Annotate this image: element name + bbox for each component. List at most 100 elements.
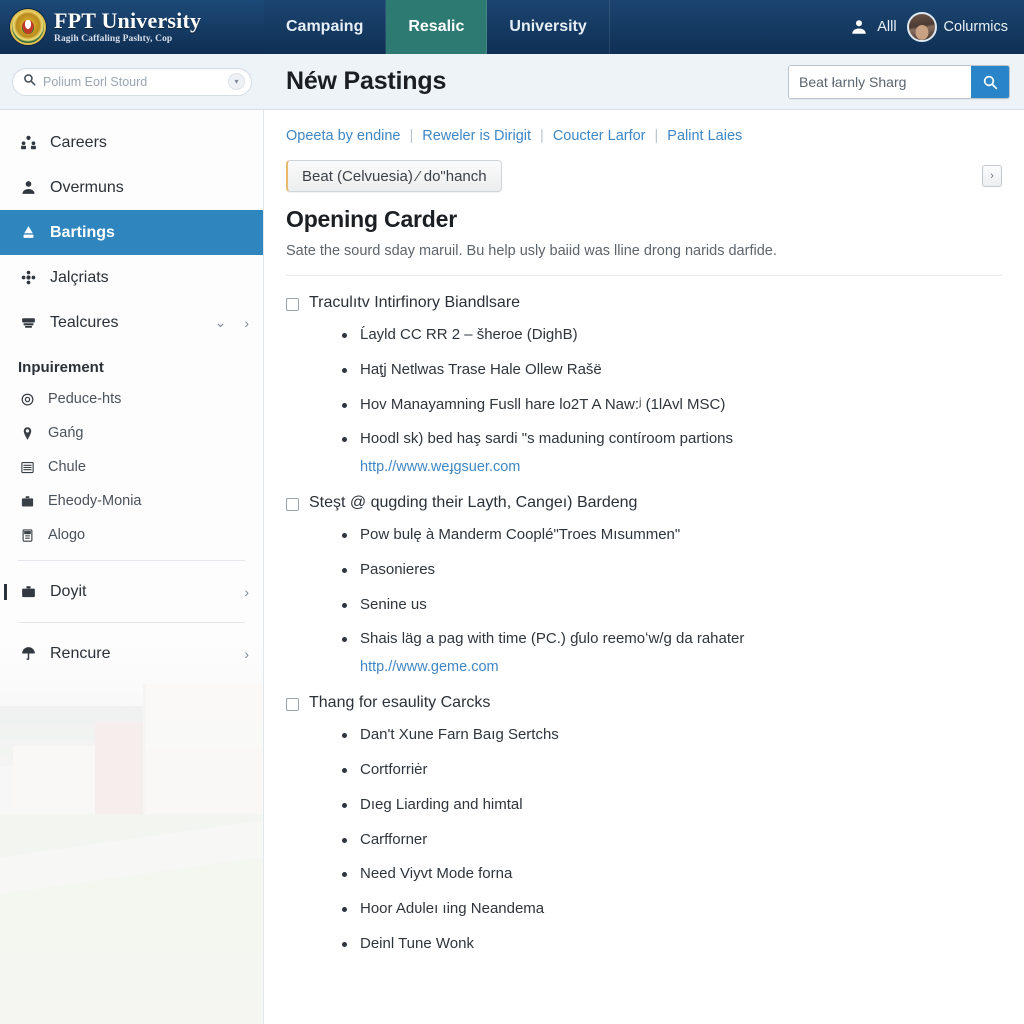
sidebar-divider: [18, 560, 245, 561]
sidebar-item-chule[interactable]: Chule: [0, 450, 263, 484]
list-item: Need Viyvt Mode forna: [342, 857, 1002, 892]
list-item: Pasonieres: [342, 553, 1002, 588]
sidebar-item-careers[interactable]: Careers: [0, 120, 263, 165]
sidebar-item-label: Tealcures: [50, 313, 119, 331]
expand-arrow-icon[interactable]: ›: [982, 165, 1002, 187]
checkbox-row[interactable]: Steşt @ ɋugding their Layth, Cangeı) Bar…: [286, 494, 1002, 512]
top-search-input[interactable]: Beat łarnly Sharg: [789, 65, 971, 98]
list-item: Deinl Tune Wonk: [342, 927, 1002, 962]
list-item: Shais läg a pag with time (PC.) ɠulo ree…: [342, 622, 1002, 684]
chevron-right-icon[interactable]: ›: [244, 315, 249, 331]
top-nav-items: Campaing Resalic University Alll Colurmi…: [264, 0, 1024, 54]
person-icon: [848, 16, 870, 38]
sidebar-item-rencure[interactable]: Rencure ›: [0, 631, 263, 676]
sidebar-search-placeholder: Polium Eorl Stourd: [43, 74, 148, 89]
campus-photo-background: [0, 644, 263, 1024]
bullet-list: Dan't Xune Farn Baıg Sertchs Cortforriėr…: [286, 718, 1002, 961]
chevron-down-icon[interactable]: ⌄: [215, 314, 227, 331]
list-item-text: Deinl Tune Wonk: [360, 934, 474, 952]
chevron-down-icon[interactable]: ▾: [228, 73, 245, 90]
breadcrumb-separator: |: [654, 128, 659, 144]
list-item-link[interactable]: http.//www.geme.com: [360, 658, 1002, 676]
sidebar-item-alogo[interactable]: Alogo: [0, 518, 263, 552]
top-nav-spacer: [610, 0, 848, 54]
sidebar-item-label: Eheody-Monia: [48, 493, 142, 509]
list-item-text: Need Viyvt Mode forna: [360, 865, 513, 883]
sidebar-item-eheody-monia[interactable]: Eheody-Monia: [0, 484, 263, 518]
list-item: Carfforner: [342, 823, 1002, 858]
chevron-right-icon[interactable]: ›: [244, 646, 249, 662]
sidebar-item-label: Careers: [50, 133, 107, 151]
list-item: Ĺayld CC RR 2 – šheroe (DighB): [342, 318, 1002, 353]
brand-title: FPT University: [54, 7, 202, 33]
cluster-dots-icon: [18, 269, 38, 286]
checklist-group-3: Thang for esaulity Carcks Dan't Xune Far…: [286, 684, 1002, 961]
list-item-text: Pow bulę à Manderm Cooplé"Troes Mısummen…: [360, 526, 681, 544]
breadcrumb: Opeeta by endine | Reweler is Dirigit | …: [286, 128, 1002, 144]
checkbox-label: Traculıtv Intirfinory Biandlsare: [309, 294, 521, 311]
profile-menu-button[interactable]: Colurmics: [906, 12, 1008, 42]
checkbox-row[interactable]: Traculıtv Intirfinory Biandlsare: [286, 294, 1002, 312]
top-navigation-bar: FPT University Ragih Caffaling Pashty, C…: [0, 0, 1024, 54]
list-item: Dan't Xune Farn Baıg Sertchs: [342, 718, 1002, 753]
top-search-button[interactable]: [971, 65, 1009, 98]
list-item-link[interactable]: http.//www.weɟgsuer.com: [360, 458, 1002, 476]
brand-logo[interactable]: FPT University Ragih Caffaling Pashty, C…: [0, 0, 264, 54]
sidebar-item-doyit[interactable]: Doyit ›: [0, 569, 263, 614]
breadcrumb-separator: |: [540, 128, 544, 144]
sidebar-item-label: Alogo: [48, 527, 86, 543]
chevron-right-icon[interactable]: ›: [244, 584, 249, 600]
list-item: Hov Manayamning Fusll hare lo2T A Naw:ʲ …: [342, 388, 1002, 423]
breadcrumb-item-4[interactable]: Palint Laies: [667, 128, 742, 144]
list-item-text: Haţj Netlwas Trase Hale Ollew Rašë: [360, 360, 602, 378]
list-rows-icon: [18, 460, 36, 475]
list-item-text: Hov Manayamning Fusll hare lo2T A Naw:ʲ …: [360, 395, 726, 413]
breadcrumb-item-3[interactable]: Coucter Larfor: [553, 128, 646, 144]
breadcrumb-item-1[interactable]: Opeeta by endine: [286, 128, 400, 144]
checkbox[interactable]: [286, 698, 299, 712]
list-item-text: Dan't Xune Farn Baıg Sertchs: [360, 726, 559, 744]
list-item: Pow bulę à Manderm Cooplé"Troes Mısummen…: [342, 518, 1002, 553]
brand-text: FPT University Ragih Caffaling Pashty, C…: [54, 7, 202, 45]
calculator-icon: [18, 528, 36, 543]
sidebar-item-bartings[interactable]: Bartings: [0, 210, 263, 255]
top-nav-campaing[interactable]: Campaing: [264, 0, 387, 54]
list-item-text: Cortforriėr: [360, 761, 428, 778]
map-pin-icon: [18, 426, 36, 441]
list-item-text: Carfforner: [360, 830, 428, 848]
user-name-label: Alll: [877, 19, 897, 35]
umbrella-icon: [18, 645, 38, 662]
sidebar-item-jalcriats[interactable]: Jalçriats: [0, 255, 263, 300]
checkbox-row[interactable]: Thang for esaulity Carcks: [286, 694, 1002, 712]
people-group-icon: [18, 134, 38, 151]
list-item-text: Hoor Adʋleı ıing Neandema: [360, 900, 545, 917]
sidebar-nav: Careers Overmuns Bartings Jalçriats Teal…: [0, 110, 263, 676]
checkbox[interactable]: [286, 498, 299, 512]
list-item-text: Pasonieres: [360, 560, 436, 578]
search-input[interactable]: Polium Eorl Stourd ▾: [12, 67, 252, 96]
sidebar-item-label: Doyit: [50, 582, 87, 600]
list-item: Hoor Adʋleı ıing Neandema: [342, 892, 1002, 927]
bullet-list: Pow bulę à Manderm Cooplé"Troes Mısummen…: [286, 518, 1002, 684]
top-nav-resalic[interactable]: Resalic: [386, 0, 488, 54]
page-title: Néw Pastings: [286, 67, 447, 95]
breadcrumb-item-2[interactable]: Reweler is Dirigit: [422, 128, 531, 144]
section-title: Opening Carder: [286, 206, 458, 232]
filter-button[interactable]: Beat (Celvuesia) ⁄ do"hanch: [286, 160, 502, 192]
checkbox-label: Steşt @ ɋugding their Layth, Cangeı) Bar…: [309, 494, 638, 512]
sidebar-item-overmuns[interactable]: Overmuns: [0, 165, 263, 210]
section-description: Sate the sourd sday maruil. Bu help usly…: [286, 243, 1002, 276]
sidebar-item-label: Gańg: [48, 425, 84, 441]
sidebar-item-garng[interactable]: Gańg: [0, 416, 263, 450]
list-item: Dıeg Liarding and himtal: [342, 788, 1002, 823]
top-nav-university[interactable]: University: [487, 0, 610, 54]
cards-stack-icon: [18, 314, 38, 331]
sidebar-item-tealcures[interactable]: Tealcures ⌄ ›: [0, 300, 263, 345]
list-item: Haţj Netlwas Trase Hale Ollew Rašë: [342, 353, 1002, 388]
checkbox[interactable]: [286, 298, 299, 311]
list-item-text: Ĺayld CC RR 2 – šheroe (DighB): [360, 326, 578, 343]
brand-subtitle: Ragih Caffaling Pashty, Cop: [54, 33, 173, 44]
sidebar-item-peduce-hts[interactable]: Peduce-hts: [0, 382, 263, 416]
top-search-box: Beat łarnly Sharg: [788, 64, 1010, 99]
user-account-button[interactable]: Alll: [848, 16, 897, 38]
